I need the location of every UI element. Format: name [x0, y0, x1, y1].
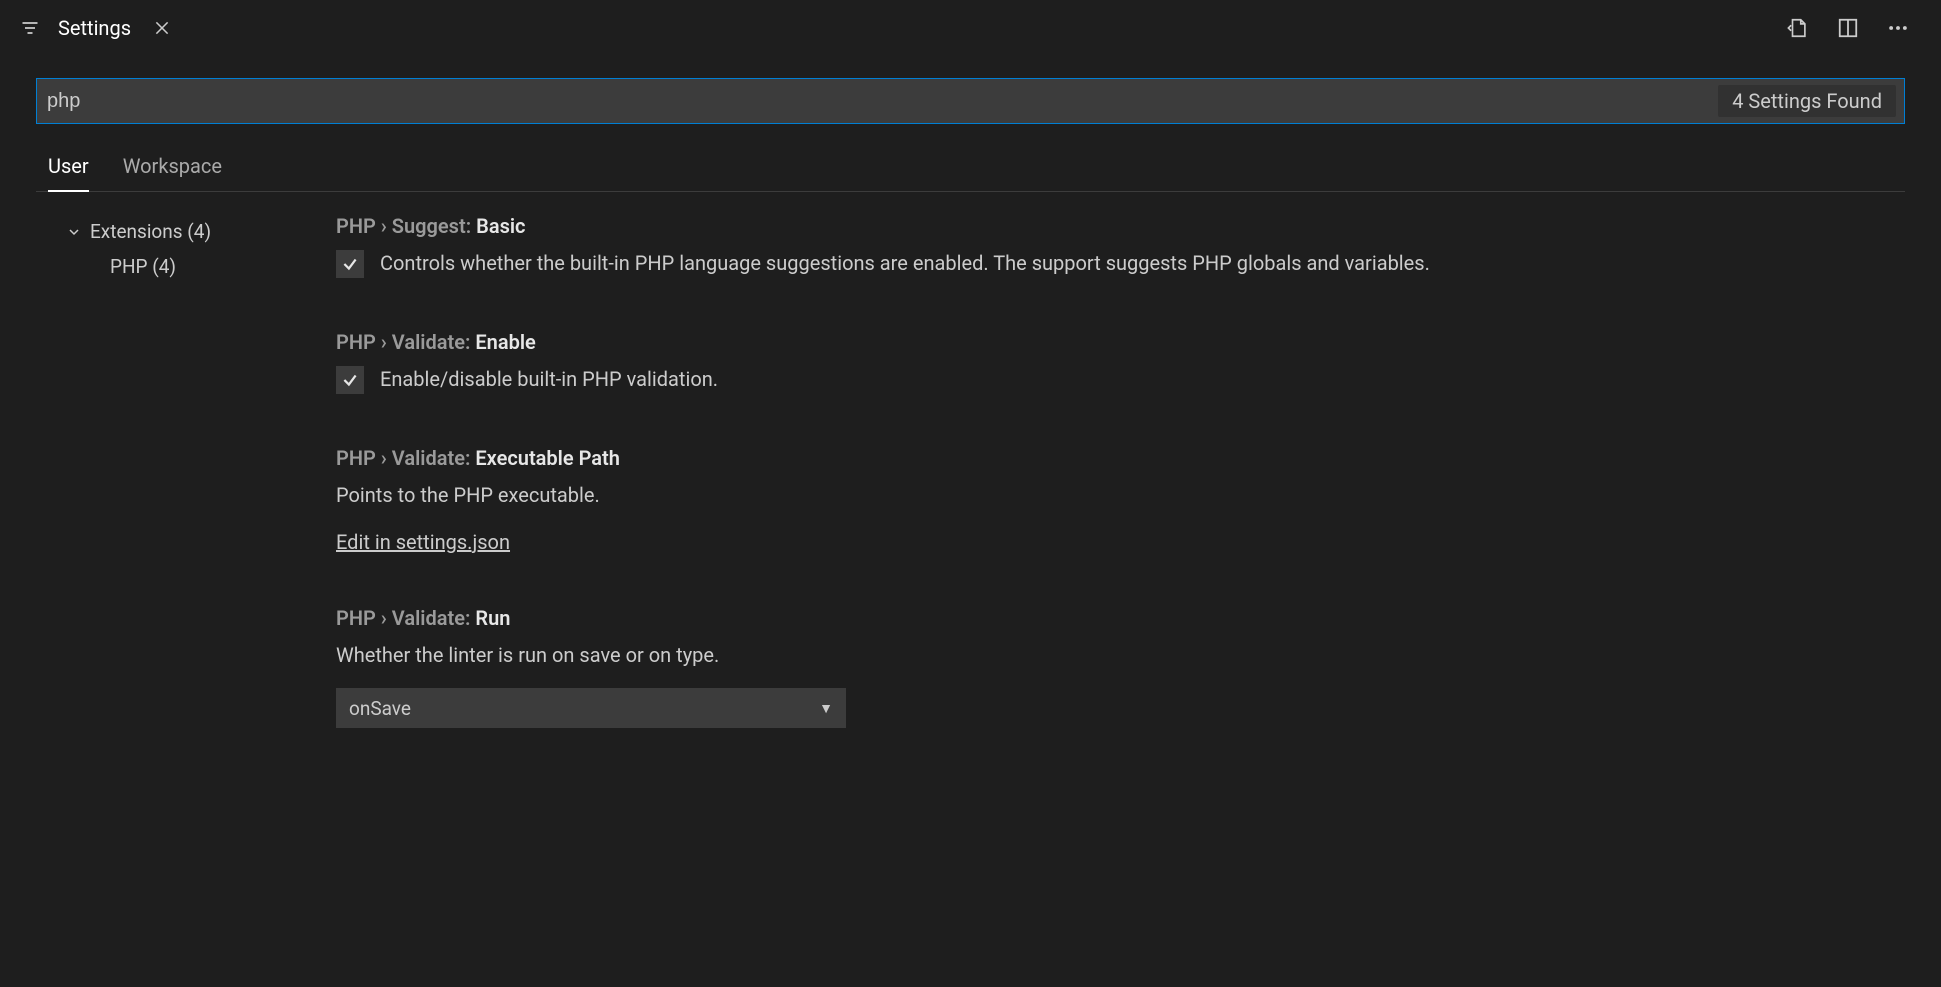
- setting-description: Enable/disable built-in PHP validation.: [380, 364, 718, 394]
- tree-label: PHP (4): [110, 255, 176, 278]
- setting-title: PHP › Validate: Enable: [336, 330, 1865, 354]
- tab-title: Settings: [58, 16, 131, 40]
- checkbox[interactable]: [336, 250, 364, 278]
- setting-title: PHP › Validate: Executable Path: [336, 446, 1865, 470]
- tree-item-extensions[interactable]: Extensions (4): [66, 214, 336, 249]
- setting-description: Whether the linter is run on save or on …: [336, 640, 1865, 670]
- select-value: onSave: [349, 697, 411, 720]
- select-validate-run[interactable]: onSave ▼: [336, 688, 846, 728]
- settings-filter-icon: [20, 18, 40, 38]
- setting-title: PHP › Validate: Run: [336, 606, 1865, 630]
- tab-area: Settings: [0, 0, 189, 56]
- chevron-down-icon: [66, 224, 82, 240]
- split-editor-icon[interactable]: [1837, 17, 1859, 39]
- scope-tabs: User Workspace: [36, 154, 1905, 192]
- scope-tab-user[interactable]: User: [48, 154, 89, 192]
- setting-php-validate-run: PHP › Validate: Run Whether the linter i…: [336, 606, 1865, 728]
- scope-tab-workspace[interactable]: Workspace: [123, 154, 222, 191]
- search-result-count: 4 Settings Found: [1718, 85, 1896, 117]
- checkbox[interactable]: [336, 366, 364, 394]
- setting-description: Controls whether the built-in PHP langua…: [380, 248, 1430, 278]
- tree-label: Extensions (4): [90, 220, 211, 243]
- edit-in-settings-json-link[interactable]: Edit in settings.json: [336, 530, 510, 554]
- settings-tree: Extensions (4) PHP (4): [36, 214, 336, 780]
- tree-item-php[interactable]: PHP (4): [66, 249, 336, 284]
- open-settings-json-icon[interactable]: [1787, 17, 1809, 39]
- search-container: 4 Settings Found: [36, 78, 1905, 124]
- chevron-down-icon: ▼: [819, 700, 833, 717]
- tab-settings[interactable]: Settings: [0, 0, 189, 56]
- setting-php-validate-executable-path: PHP › Validate: Executable Path Points t…: [336, 446, 1865, 554]
- search-input[interactable]: [37, 79, 1718, 123]
- setting-description: Points to the PHP executable.: [336, 480, 1865, 510]
- title-actions: [1787, 17, 1941, 39]
- settings-content: 4 Settings Found User Workspace Extensio…: [0, 56, 1941, 780]
- close-icon[interactable]: [149, 15, 175, 41]
- settings-body: Extensions (4) PHP (4) PHP › Suggest: Ba…: [36, 214, 1905, 780]
- setting-php-validate-enable: PHP › Validate: Enable Enable/disable bu…: [336, 330, 1865, 394]
- setting-title: PHP › Suggest: Basic: [336, 214, 1865, 238]
- titlebar: Settings: [0, 0, 1941, 56]
- settings-list: PHP › Suggest: Basic Controls whether th…: [336, 214, 1905, 780]
- more-actions-icon[interactable]: [1887, 17, 1909, 39]
- setting-php-suggest-basic: PHP › Suggest: Basic Controls whether th…: [336, 214, 1865, 278]
